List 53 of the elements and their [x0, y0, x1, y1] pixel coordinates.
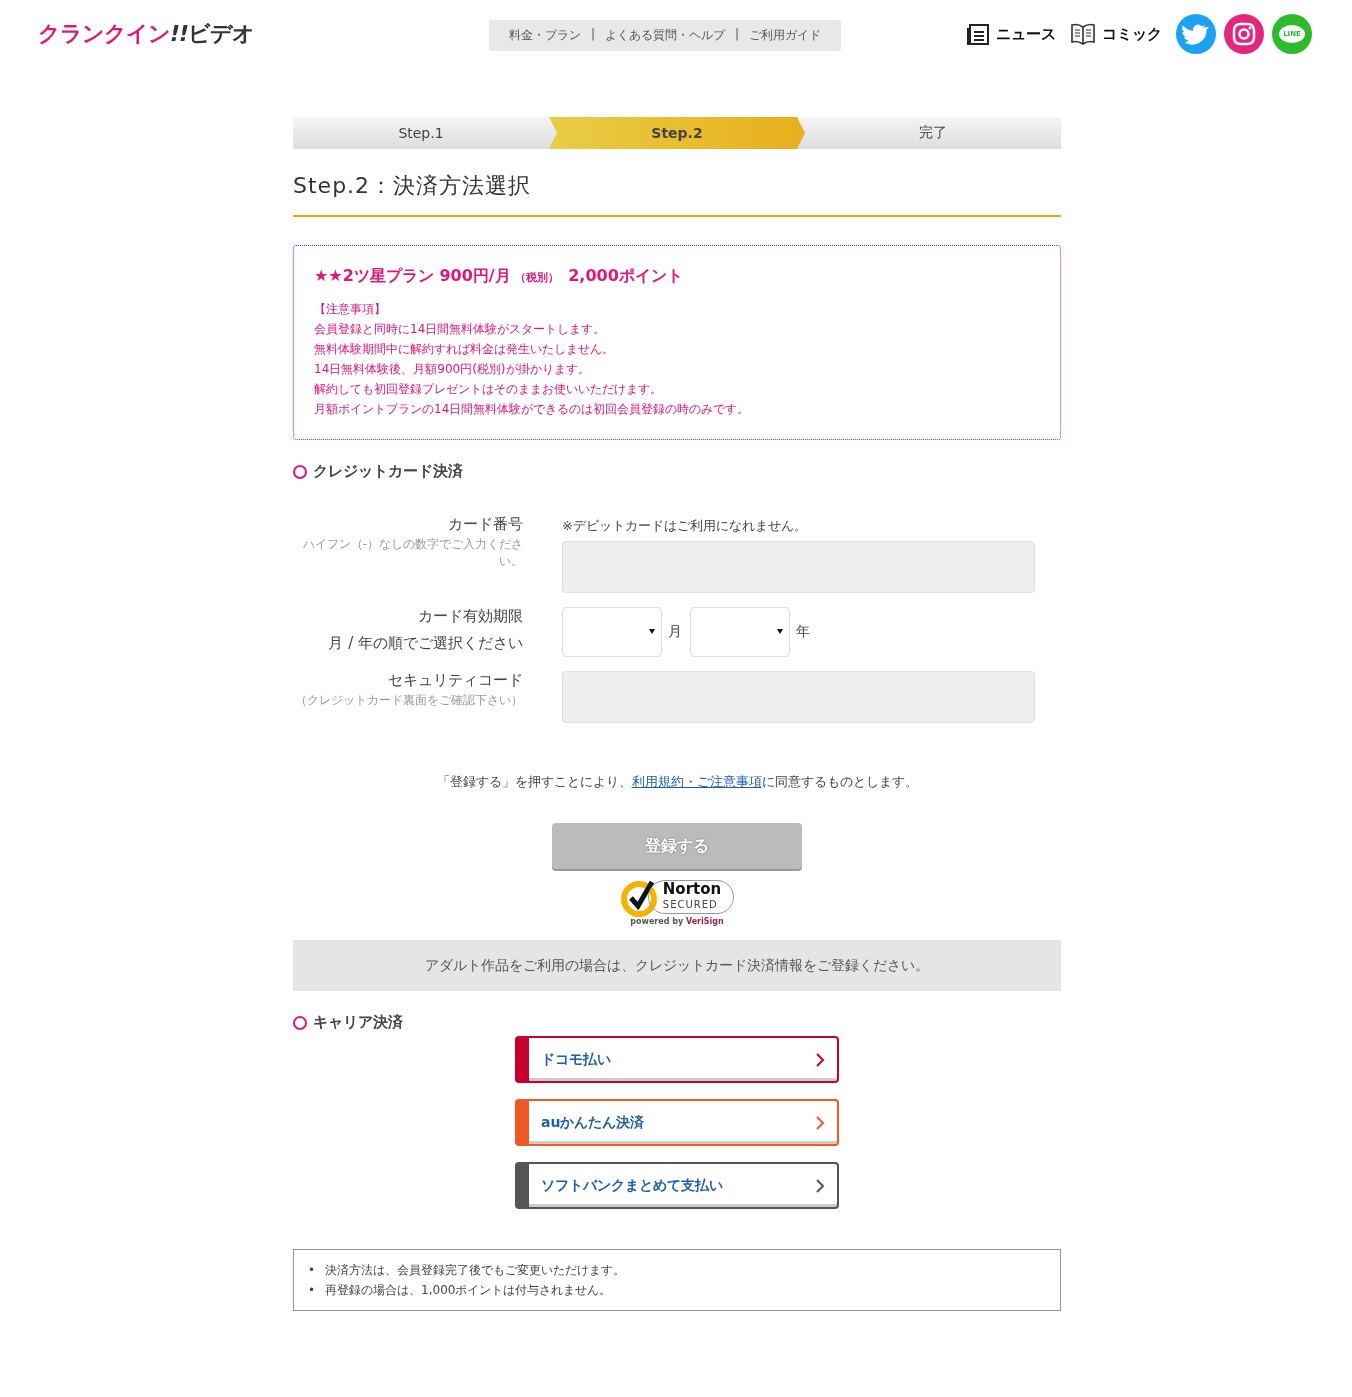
chevron-right-icon — [815, 1177, 825, 1194]
page-title: Step.2：決済方法選択 — [293, 171, 1061, 217]
carrier-button[interactable]: ドコモ払い — [515, 1036, 839, 1083]
agreement-text: 「登録する」を押すことにより、利用規約・ご注意事項に同意するものとします。 — [435, 773, 919, 791]
note-item: 再登録の場合は、1,000ポイントは付与されません。 — [325, 1282, 612, 1299]
carrier-button[interactable]: ソフトバンクまとめて支払い — [515, 1162, 839, 1209]
notice-line: 会員登録と同時に14日間無料体験がスタートします。 — [314, 321, 607, 338]
unit-label: 月 — [668, 623, 682, 641]
site-logo[interactable]: クランクイン!!ビデオ — [38, 19, 255, 49]
field-label: カード有効期限 — [417, 607, 523, 626]
notice-line: 【注意事項】 — [314, 301, 387, 318]
bullet-mark: • — [308, 1282, 316, 1299]
notice-line: 解約しても初回登録プレゼントはそのままお使いいただけます。 — [314, 381, 663, 398]
card-number-field[interactable] — [562, 541, 1035, 593]
step-indicator: Step.1 — [397, 124, 445, 143]
notice-line: 無料体験期間中に解約すれば料金は発生いたしません。 — [314, 341, 615, 358]
bird-icon[interactable] — [1176, 14, 1216, 54]
field-hint: 月 / 年の順でご選択ください — [327, 634, 523, 653]
field-hint: ハイフン（-）なしの数字でご入力ください。 — [301, 536, 523, 570]
header-link[interactable]: ニュース — [966, 22, 1056, 46]
notice-line: 月額ポイントプランの14日間無料体験ができるのは初回会員登録の時のみです。 — [314, 401, 751, 418]
unit-label: 年 — [796, 623, 810, 641]
note-item: 決済方法は、会員登録完了後でもご変更いただけます。 — [325, 1262, 626, 1279]
bullet-mark: • — [308, 1262, 316, 1279]
security-code-field[interactable] — [562, 671, 1035, 723]
dropdown-arrow-icon — [777, 629, 783, 634]
nav-separator: | — [735, 26, 740, 43]
book-icon — [1070, 22, 1096, 46]
section-heading: キャリア決済 — [313, 1013, 403, 1032]
radio-icon[interactable] — [293, 464, 307, 479]
nav-link[interactable]: 料金・プラン — [509, 26, 581, 44]
dropdown-arrow-icon — [649, 629, 655, 634]
field-label: カード番号 — [447, 515, 523, 534]
header-link[interactable]: コミック — [1070, 22, 1162, 46]
step-indicator: Step.2 — [549, 117, 805, 149]
nav-link[interactable]: ご利用ガイド — [749, 26, 822, 44]
radio-icon[interactable] — [293, 1015, 307, 1030]
nav-separator: | — [591, 26, 596, 43]
notice-text: アダルト作品をご利用の場合は、クレジットカード決済情報をご登録ください。 — [425, 956, 929, 975]
section-heading: クレジットカード決済 — [313, 462, 463, 481]
newspaper-icon — [966, 22, 990, 46]
field-hint: （クレジットカード裏面をご確認下さい） — [294, 692, 523, 709]
nav-link[interactable]: よくある質問・ヘルプ — [605, 26, 726, 44]
field-note: ※デビットカードはご利用になれません。 — [562, 517, 808, 535]
camera-icon[interactable] — [1224, 14, 1264, 54]
chevron-right-icon — [815, 1051, 825, 1068]
notice-line: 14日無料体験後、月額900円(税別)が掛かります。 — [314, 361, 591, 378]
terms-link[interactable]: 利用規約・ご注意事項 — [631, 774, 762, 789]
carrier-button[interactable]: auかんたん決済 — [515, 1099, 839, 1146]
step-indicator: 完了 — [918, 123, 948, 142]
chevron-right-icon — [815, 1114, 825, 1131]
field-label: セキュリティコード — [387, 671, 523, 690]
plan-title: ★★2ツ星プラン 900円/月 （税別） 2,000ポイント — [314, 266, 684, 287]
